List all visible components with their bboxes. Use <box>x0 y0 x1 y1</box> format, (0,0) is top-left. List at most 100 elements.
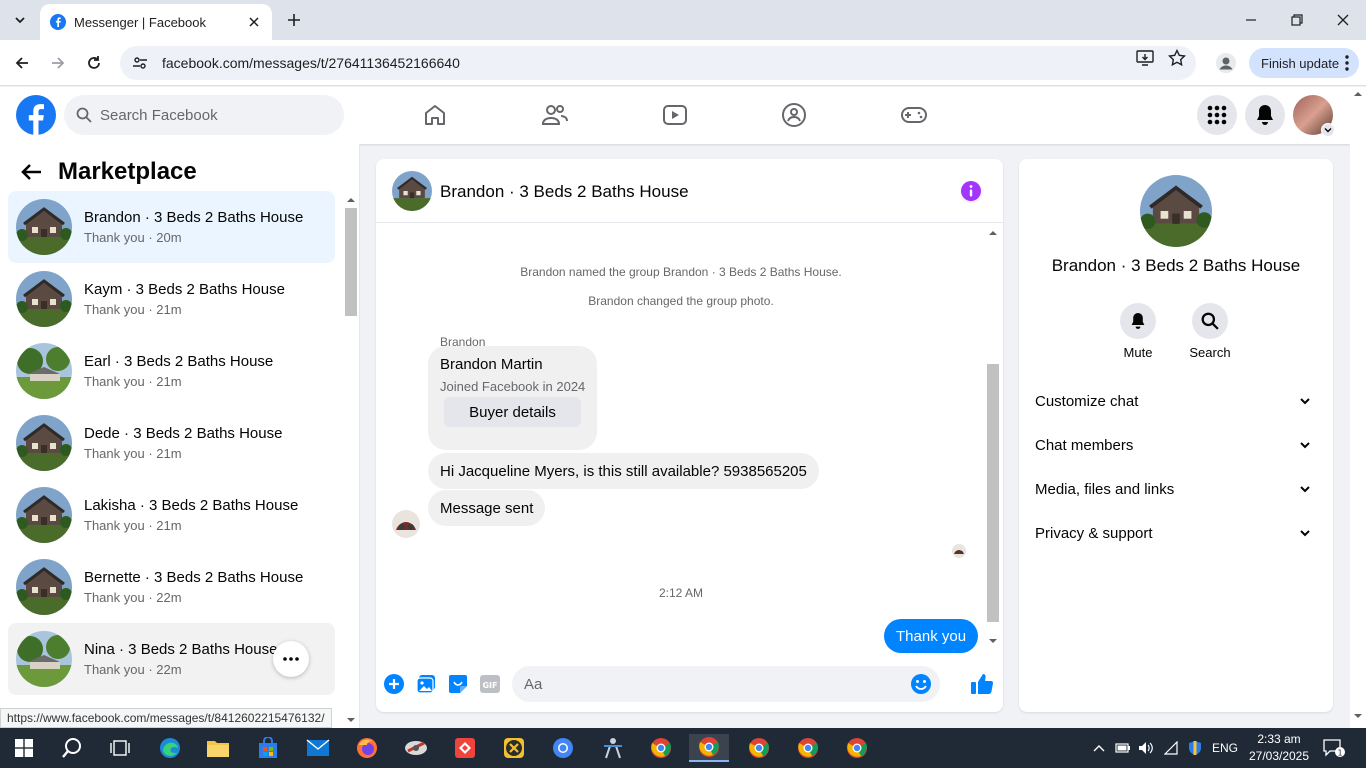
conversation-name: Kaym · 3 Beds 2 Baths House <box>84 281 285 298</box>
buyer-details-button[interactable]: Buyer details <box>444 397 581 427</box>
facebook-search-box[interactable]: Search Facebook <box>64 95 344 135</box>
facebook-logo-icon[interactable] <box>16 95 56 135</box>
media-files-links-section[interactable]: Media, files and links <box>1035 471 1317 507</box>
scrollbar-thumb[interactable] <box>987 364 999 622</box>
site-settings-icon[interactable] <box>132 55 148 71</box>
friends-icon[interactable] <box>541 101 569 129</box>
outgoing-message[interactable]: Thank you <box>884 619 979 653</box>
firefox-taskbar-icon[interactable] <box>347 734 387 762</box>
url-text[interactable]: facebook.com/messages/t/2764113645216664… <box>162 55 460 71</box>
app-x-taskbar-icon[interactable] <box>494 734 534 762</box>
groups-icon[interactable] <box>780 101 808 129</box>
minimize-button[interactable] <box>1228 0 1274 40</box>
conversation-item[interactable]: Brandon · 3 Beds 2 Baths House Thank you… <box>8 191 335 263</box>
system-message: Brandon named the group Brandon · 3 Beds… <box>520 265 842 279</box>
customize-chat-section[interactable]: Customize chat <box>1035 383 1317 419</box>
conversation-item[interactable]: Dede · 3 Beds 2 Baths House Thank you · … <box>8 407 335 479</box>
chat-panel: Brandon · 3 Beds 2 Baths House Brandon n… <box>376 159 1003 712</box>
start-button[interactable] <box>4 734 44 762</box>
taskbar-search-button[interactable] <box>52 734 92 762</box>
windows-taskbar: ENG 2:33 am 27/03/2025 1 <box>0 728 1366 768</box>
tab-search-dropdown[interactable] <box>6 6 34 34</box>
chat-members-section[interactable]: Chat members <box>1035 427 1317 463</box>
chat-scrollbar[interactable] <box>985 224 1001 650</box>
info-icon[interactable] <box>961 181 981 201</box>
message-input[interactable]: Aa <box>512 666 940 702</box>
account-avatar[interactable] <box>1293 95 1335 137</box>
chrome-blue-taskbar-icon[interactable] <box>543 734 583 762</box>
marketplace-chat-list: Marketplace Brandon · 3 Beds 2 Baths Hou… <box>0 144 360 728</box>
battery-icon[interactable] <box>1114 740 1132 756</box>
edge-taskbar-icon[interactable] <box>150 734 190 762</box>
incoming-message[interactable]: Hi Jacqueline Myers, is this still avail… <box>428 453 819 489</box>
watch-icon[interactable] <box>661 101 689 129</box>
reload-button[interactable] <box>80 49 108 77</box>
chrome-profile-1-taskbar-icon[interactable] <box>641 734 681 762</box>
page-scrollbar[interactable] <box>1350 87 1366 728</box>
chat-title[interactable]: Brandon · 3 Beds 2 Baths House <box>440 182 689 202</box>
search-action[interactable]: Search <box>1180 303 1240 360</box>
conversation-name: Earl · 3 Beds 2 Baths House <box>84 353 274 370</box>
bookmark-star-icon[interactable] <box>1167 48 1187 68</box>
new-tab-button[interactable] <box>280 6 308 34</box>
scrollbar-thumb[interactable] <box>345 208 357 316</box>
notifications-button[interactable] <box>1245 95 1285 135</box>
chat-avatar[interactable] <box>392 171 432 211</box>
show-hidden-icons-icon[interactable] <box>1090 740 1108 756</box>
security-shield-icon[interactable] <box>1186 740 1204 756</box>
volume-icon[interactable] <box>1137 740 1155 756</box>
close-window-button[interactable] <box>1320 0 1366 40</box>
anydesk-taskbar-icon[interactable] <box>445 734 485 762</box>
group-photo[interactable] <box>1140 175 1212 247</box>
conversation-item[interactable]: Nina · 3 Beds 2 Baths House Thank you · … <box>8 623 335 695</box>
seen-receipt-avatar <box>952 544 966 558</box>
gif-icon[interactable]: GIF <box>480 674 500 694</box>
install-app-icon[interactable] <box>1135 48 1155 68</box>
chrome-profile-5-taskbar-icon[interactable] <box>837 734 877 762</box>
back-arrow-icon[interactable] <box>20 163 42 181</box>
more-actions-icon[interactable] <box>384 674 404 694</box>
notification-center-icon[interactable]: 1 <box>1322 738 1346 758</box>
conversation-options-button[interactable] <box>273 641 309 677</box>
finish-update-button[interactable]: Finish update <box>1249 48 1359 78</box>
conversation-item[interactable]: Earl · 3 Beds 2 Baths House Thank you · … <box>8 335 335 407</box>
chat-header: Brandon · 3 Beds 2 Baths House <box>376 159 1003 223</box>
incoming-message[interactable]: Message sent <box>428 490 546 526</box>
menu-button[interactable] <box>1197 95 1237 135</box>
language-indicator[interactable]: ENG <box>1212 741 1238 755</box>
attach-photo-icon[interactable] <box>416 674 436 694</box>
task-view-button[interactable] <box>100 734 140 762</box>
taskbar-clock[interactable]: 2:33 am 27/03/2025 <box>1248 731 1310 765</box>
mute-action[interactable]: Mute <box>1108 303 1168 360</box>
sticker-icon[interactable] <box>448 674 468 694</box>
conversation-item[interactable]: Kaym · 3 Beds 2 Baths House Thank you · … <box>8 263 335 335</box>
chat-list-scrollbar[interactable] <box>344 192 358 728</box>
browser-profile-icon[interactable] <box>1214 51 1238 75</box>
store-taskbar-icon[interactable] <box>248 734 288 762</box>
like-icon[interactable] <box>970 672 994 696</box>
chrome-profile-2-taskbar-icon[interactable] <box>689 734 729 762</box>
section-label: Chat members <box>1035 436 1134 454</box>
tab-close-icon[interactable] <box>246 14 262 30</box>
chrome-profile-3-taskbar-icon[interactable] <box>739 734 779 762</box>
gaming-icon[interactable] <box>900 101 928 129</box>
forward-button[interactable] <box>44 49 72 77</box>
home-icon[interactable] <box>421 101 449 129</box>
emoji-icon[interactable] <box>910 673 932 695</box>
back-button[interactable] <box>8 49 36 77</box>
app-taskbar-icon[interactable] <box>396 734 436 762</box>
mail-taskbar-icon[interactable] <box>298 734 338 762</box>
app-figure-taskbar-icon[interactable] <box>593 734 633 762</box>
file-explorer-taskbar-icon[interactable] <box>198 734 238 762</box>
address-bar[interactable]: facebook.com/messages/t/2764113645216664… <box>120 46 1196 80</box>
sender-avatar[interactable] <box>392 510 420 538</box>
browser-tab[interactable]: Messenger | Facebook <box>40 4 272 40</box>
restore-button[interactable] <box>1274 0 1320 40</box>
chrome-profile-4-taskbar-icon[interactable] <box>788 734 828 762</box>
conversation-name: Lakisha · 3 Beds 2 Baths House <box>84 497 299 514</box>
conversation-item[interactable]: Bernette · 3 Beds 2 Baths House Thank yo… <box>8 551 335 623</box>
privacy-support-section[interactable]: Privacy & support <box>1035 515 1317 551</box>
conversation-item[interactable]: Lakisha · 3 Beds 2 Baths House Thank you… <box>8 479 335 551</box>
buyer-profile-card: Brandon Martin Joined Facebook in 2024 B… <box>428 346 597 450</box>
network-icon[interactable] <box>1163 740 1181 756</box>
